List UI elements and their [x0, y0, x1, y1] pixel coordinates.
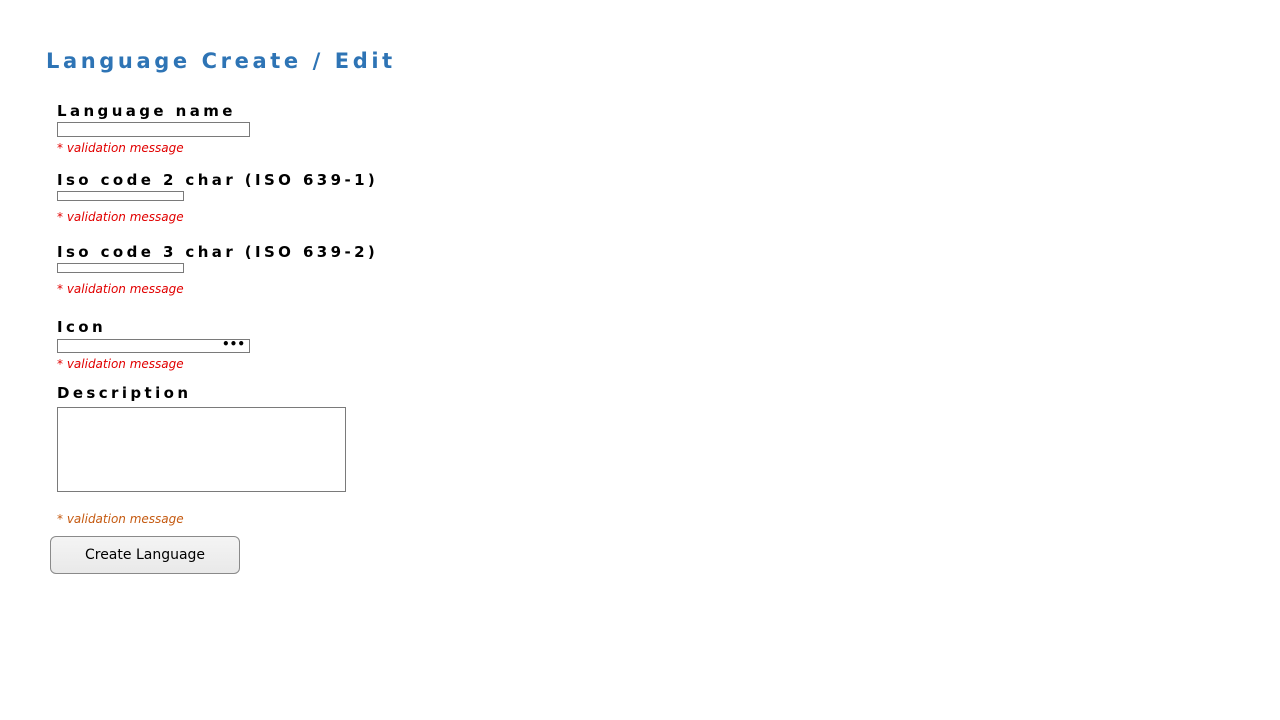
create-language-button[interactable]: Create Language [50, 536, 240, 574]
language-name-label: Language name [57, 102, 236, 120]
description-label: Description [57, 384, 192, 402]
language-form-page: Language Create / Edit Language name * v… [0, 0, 1280, 720]
language-name-input[interactable] [57, 122, 250, 137]
ellipsis-icon[interactable]: ••• [222, 337, 245, 351]
description-textarea[interactable] [57, 407, 346, 492]
page-title: Language Create / Edit [46, 49, 396, 73]
iso2-validation: * validation message [57, 210, 184, 224]
icon-label: Icon [57, 318, 107, 336]
iso2-label: Iso code 2 char (ISO 639-1) [57, 171, 379, 189]
icon-picker-field[interactable]: ••• [57, 337, 250, 353]
iso2-input[interactable] [57, 191, 184, 201]
iso3-validation: * validation message [57, 282, 184, 296]
iso3-label: Iso code 3 char (ISO 639-2) [57, 243, 379, 261]
language-name-validation: * validation message [57, 141, 184, 155]
icon-validation: * validation message [57, 357, 184, 371]
iso3-input[interactable] [57, 263, 184, 273]
description-validation: * validation message [57, 512, 184, 526]
